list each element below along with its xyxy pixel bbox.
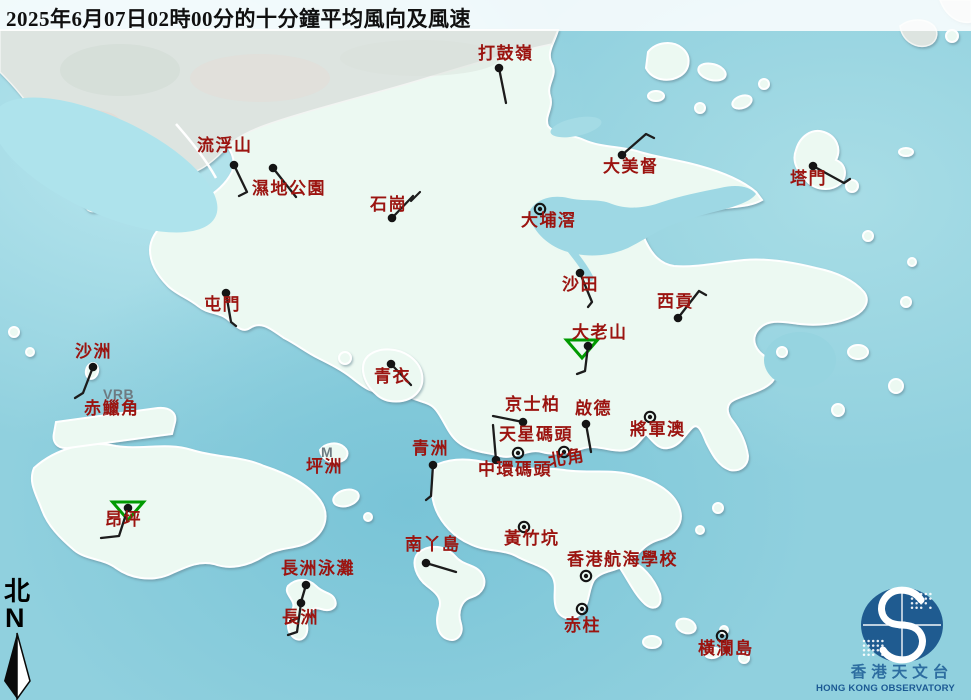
station-label-hk-sea-school: 香港航海學校 xyxy=(567,550,678,569)
islet xyxy=(898,147,914,157)
station-marker-stanley xyxy=(579,606,585,612)
station-marker-waglan-island xyxy=(719,633,725,639)
islet xyxy=(695,525,705,535)
islet xyxy=(647,90,665,102)
station-label-wetland-park: 濕地公園 xyxy=(252,179,326,198)
station-label-sha-tin: 沙田 xyxy=(562,275,599,294)
islet xyxy=(758,78,770,90)
station-label-lamma-island: 南丫島 xyxy=(405,535,461,554)
ma-wan xyxy=(338,351,352,365)
station-marker-cheung-chau xyxy=(296,598,306,608)
compass-north-letter: N xyxy=(5,603,25,633)
station-label-tsing-yi: 青衣 xyxy=(374,367,411,386)
islet xyxy=(907,257,917,267)
po-toi-group xyxy=(642,635,662,649)
station-label-waglan-island: 橫瀾島 xyxy=(698,639,754,658)
jin-island xyxy=(847,344,869,360)
station-marker-ta-kwu-ling xyxy=(494,63,504,73)
islet xyxy=(900,296,912,308)
station-label-sai-kung: 西貢 xyxy=(657,292,694,311)
islet xyxy=(363,512,373,522)
station-label-shek-kong: 石崗 xyxy=(370,195,407,214)
title-bar: 2025年6月07日02時00分的十分鐘平均風向及風速 xyxy=(0,0,971,31)
station-label-stanley: 赤柱 xyxy=(564,616,601,635)
station-label-lau-fau-shan: 流浮山 xyxy=(197,136,253,155)
port-shelter xyxy=(764,332,836,388)
islet xyxy=(888,378,904,394)
station-marker-wetland-park xyxy=(268,163,278,173)
station-label-central-pier: 中環碼頭 xyxy=(478,460,552,479)
station-label-kai-tak: 啟德 xyxy=(575,399,612,418)
station-marker-tseung-kwan-o xyxy=(647,414,653,420)
islet xyxy=(712,502,724,514)
lung-kwu-chau xyxy=(8,326,20,338)
hko-logo-name-zh: 香港天文台 xyxy=(850,664,954,681)
station-label-green-island: 青洲 xyxy=(412,439,449,458)
station-label-kings-park: 京士柏 xyxy=(505,395,561,414)
hko-logo-icon xyxy=(861,586,943,664)
station-marker-shek-kong xyxy=(387,213,397,223)
station-marker-sha-chau xyxy=(88,362,98,372)
station-marker-cheung-chau-beach xyxy=(301,580,311,590)
station-marker-lamma-island xyxy=(421,558,431,568)
station-label-sha-chau: 沙洲 xyxy=(75,342,112,361)
station-label-ta-kwu-ling: 打鼓嶺 xyxy=(478,44,534,63)
islet xyxy=(25,347,35,357)
compass-north-hanzi: 北 xyxy=(4,577,31,606)
station-marker-green-island xyxy=(428,460,438,470)
islet xyxy=(831,403,845,417)
station-note-peng-chau: M xyxy=(321,444,334,460)
station-label-tai-po-kau: 大埔滘 xyxy=(521,211,577,230)
station-label-peng-chau: 坪洲 xyxy=(306,457,343,476)
station-label-tuen-mun: 屯門 xyxy=(204,295,241,314)
station-label-tai-mei-tuk: 大美督 xyxy=(603,157,659,176)
station-marker-sai-kung xyxy=(673,313,683,323)
station-note-chek-lap-kok: VRB xyxy=(103,386,135,402)
station-label-tap-mun: 塔門 xyxy=(790,169,827,188)
hong-kong-map xyxy=(0,0,971,700)
station-label-tseung-kwan-o: 將軍澳 xyxy=(630,420,686,439)
station-label-star-ferry-pier: 天星碼頭 xyxy=(499,425,573,444)
station-label-cheung-chau-beach: 長洲泳灘 xyxy=(281,559,355,578)
sharp-island xyxy=(776,346,788,358)
station-marker-hk-sea-school xyxy=(583,573,589,579)
islet xyxy=(945,29,959,43)
station-label-wong-chuk-hang: 黃竹坑 xyxy=(504,529,560,548)
station-label-chek-lap-kok: 赤鱲角 xyxy=(84,399,140,418)
station-marker-tates-cairn xyxy=(583,341,593,351)
islet xyxy=(862,230,874,242)
map-title: 2025年6月07日02時00分的十分鐘平均風向及風速 xyxy=(6,7,471,31)
station-marker-kai-tak xyxy=(581,419,591,429)
hko-logo-name-en: HONG KONG OBSERVATORY xyxy=(815,683,956,694)
islet xyxy=(694,102,706,114)
station-marker-star-ferry-pier xyxy=(515,450,521,456)
station-label-ngong-ping: 昂坪 xyxy=(105,510,142,529)
wind-map: 2025年6月07日02時00分的十分鐘平均風向及風速 打鼓嶺流浮山濕地公園石崗… xyxy=(0,0,971,700)
station-label-cheung-chau: 長洲 xyxy=(282,608,319,627)
station-label-tates-cairn: 大老山 xyxy=(572,323,628,342)
kat-o xyxy=(644,42,690,81)
station-marker-lau-fau-shan xyxy=(229,160,239,170)
